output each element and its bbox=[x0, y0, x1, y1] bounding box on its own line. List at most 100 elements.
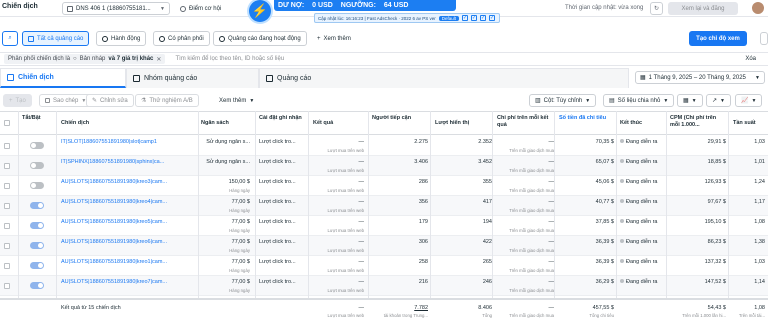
filter-actions[interactable]: Hành động bbox=[96, 31, 147, 46]
header-reach[interactable]: Người tiếp cận bbox=[372, 115, 422, 122]
search-button[interactable]: ⌕ bbox=[2, 31, 18, 46]
header-name[interactable]: Chiến dịch bbox=[61, 120, 89, 127]
campaign-name-link[interactable]: AU|SLOTS|188607551891980|kreo3|cam... bbox=[61, 179, 197, 186]
bid-value: Lượt click tro... bbox=[259, 239, 296, 245]
avatar[interactable] bbox=[751, 1, 765, 15]
row-checkbox[interactable] bbox=[4, 163, 10, 169]
header-cpm[interactable]: CPM (Chi phí trên mỗi 1.000... bbox=[670, 115, 726, 129]
refresh-button[interactable]: ↻ bbox=[650, 2, 663, 15]
create-view-button[interactable]: Tạo chỉ độ xem bbox=[689, 31, 747, 46]
tab-campaigns-label: Chiến dịch bbox=[18, 74, 54, 81]
date-range-picker[interactable]: ▦ 1 Tháng 9, 2025 – 20 Tháng 9, 2025 ▼ bbox=[635, 71, 765, 84]
checkbox-icon[interactable]: ✓ bbox=[489, 15, 496, 21]
campaign-toggle[interactable] bbox=[30, 182, 44, 189]
campaign-name-link[interactable]: IT|SLOT|188607551891980|slot|camp1 bbox=[61, 139, 197, 146]
column-divider[interactable] bbox=[56, 111, 57, 316]
row-checkbox[interactable] bbox=[4, 243, 10, 249]
breakdown-button[interactable]: ▤ Số liệu chia nhỏ ▼ bbox=[603, 94, 675, 107]
filter-active-ads[interactable]: Quảng cáo đang hoạt động bbox=[213, 31, 307, 46]
opportunity-score-button[interactable]: Điểm cơ hội bbox=[180, 2, 244, 15]
select-all-checkbox[interactable] bbox=[4, 120, 10, 126]
column-divider[interactable] bbox=[554, 111, 555, 316]
collapse-button[interactable] bbox=[760, 32, 768, 45]
header-toggle[interactable]: Tắt/Bật bbox=[22, 115, 41, 122]
column-divider[interactable] bbox=[18, 111, 19, 316]
duplicate-button[interactable]: Sao chép ▼ bbox=[39, 94, 93, 107]
checkbox-icon[interactable]: ✓ bbox=[462, 15, 469, 21]
lightning-bolt-icon[interactable]: ⚡ bbox=[249, 0, 271, 22]
reach-value: 179 bbox=[418, 219, 428, 225]
filter-has-delivery[interactable]: Có phân phối bbox=[153, 31, 210, 46]
header-results[interactable]: Kết quả bbox=[313, 120, 333, 127]
clear-filters-button[interactable]: Xóa bbox=[745, 56, 756, 62]
column-divider[interactable] bbox=[368, 111, 369, 316]
reports-button[interactable]: ▦ ▼ bbox=[677, 94, 703, 107]
row-checkbox[interactable] bbox=[4, 223, 10, 229]
filter-chip[interactable]: Phân phối chiến dịch là ○ Bản nháp và 7 … bbox=[4, 54, 166, 64]
row-checkbox[interactable] bbox=[4, 203, 10, 209]
header-budget[interactable]: Ngân sách bbox=[201, 120, 229, 127]
checkbox-icon[interactable]: ✓ bbox=[480, 15, 487, 21]
row-checkbox[interactable] bbox=[4, 283, 10, 289]
ab-test-button[interactable]: ⚗ Thử nghiệm A/B bbox=[135, 94, 199, 107]
account-selector[interactable]: DNS 406 1 (18860755181... ▼ bbox=[62, 2, 170, 15]
filter-actions-label: Hành động bbox=[111, 35, 141, 42]
tab-campaigns[interactable]: Chiến dịch bbox=[0, 68, 126, 88]
column-divider[interactable] bbox=[308, 111, 309, 316]
close-icon[interactable]: ✕ bbox=[156, 56, 161, 63]
campaign-name-link[interactable]: AU|SLOTS|188607551891980|kreo7|cam... bbox=[61, 279, 197, 286]
campaign-toggle[interactable] bbox=[30, 142, 44, 149]
column-divider[interactable] bbox=[616, 111, 617, 316]
column-divider[interactable] bbox=[430, 111, 431, 316]
campaign-toggle[interactable] bbox=[30, 262, 44, 269]
column-divider[interactable] bbox=[255, 111, 256, 316]
table-row[interactable]: IT|SPHINX|188607551891980|sphinx|ca... Sử… bbox=[0, 156, 768, 176]
review-publish-button[interactable]: Xem lại và đăng bbox=[668, 2, 738, 15]
campaign-name-link[interactable]: AU|SLOTS|188607551891980|kreo4|cam... bbox=[61, 199, 197, 206]
campaign-name-link[interactable]: AU|SLOTS|188607551891980|kreo6|cam... bbox=[61, 239, 197, 246]
column-divider[interactable] bbox=[198, 111, 199, 316]
row-checkbox[interactable] bbox=[4, 183, 10, 189]
tab-ad-sets[interactable]: Nhóm quảng cáo bbox=[126, 68, 259, 88]
row-checkbox[interactable] bbox=[4, 263, 10, 269]
campaign-toggle[interactable] bbox=[30, 162, 44, 169]
column-divider[interactable] bbox=[492, 111, 493, 316]
header-freq[interactable]: Tần suất bbox=[733, 120, 756, 127]
table-row[interactable]: AU|SLOTS|188607551891980|kreo1|cam... 77,… bbox=[0, 256, 768, 276]
header-ends[interactable]: Kết thúc bbox=[620, 120, 642, 127]
spent-value: 36,29 $ bbox=[595, 279, 614, 285]
default-profile-select[interactable]: Default bbox=[438, 15, 460, 21]
more-actions-button[interactable]: Xem thêm ▼ bbox=[214, 94, 260, 107]
table-row[interactable]: AU|SLOTS|188607551891980|kreo4|cam... 77,… bbox=[0, 196, 768, 216]
chart-button[interactable]: 📈 ▼ bbox=[735, 94, 763, 107]
table-row[interactable]: AU|SLOTS|188607551891980|kreo5|cam... 77,… bbox=[0, 216, 768, 236]
row-checkbox[interactable] bbox=[4, 143, 10, 149]
header-bid[interactable]: Cài đặt ghi nhận bbox=[259, 115, 307, 122]
campaign-toggle[interactable] bbox=[30, 242, 44, 249]
header-impressions[interactable]: Lượt hiển thị bbox=[435, 120, 469, 127]
header-cpr[interactable]: Chi phí trên mỗi kết quả bbox=[497, 115, 553, 129]
table-row[interactable]: AU|SLOTS|188607551891980|kreo6|cam... 77,… bbox=[0, 236, 768, 256]
campaign-toggle[interactable] bbox=[30, 282, 44, 289]
checkbox-icon[interactable]: ✓ bbox=[471, 15, 478, 21]
filter-search-input[interactable]: Tìm kiếm để lọc theo tên, ID hoặc số liệ… bbox=[175, 56, 284, 62]
table-row[interactable]: IT|SLOT|188607551891980|slot|camp1 Sử dụn… bbox=[0, 136, 768, 156]
columns-button[interactable]: ▥ Cột: Tùy chỉnh ▼ bbox=[529, 94, 597, 107]
column-divider[interactable] bbox=[666, 111, 667, 316]
header-spent[interactable]: Số tiền đã chi tiêu bbox=[559, 115, 613, 122]
table-row[interactable]: AU|SLOTS|188607551891980|kreo7|cam... 77,… bbox=[0, 276, 768, 296]
column-divider[interactable] bbox=[728, 111, 729, 316]
filter-all-ads[interactable]: Tất cả quảng cáo bbox=[22, 31, 90, 46]
campaign-toggle[interactable] bbox=[30, 202, 44, 209]
tab-ads[interactable]: Quảng cáo bbox=[259, 68, 629, 88]
campaign-name-link[interactable]: IT|SPHINX|188607551891980|sphinx|ca... bbox=[61, 159, 197, 166]
create-button[interactable]: + Tạo bbox=[3, 94, 32, 107]
more-filters-button[interactable]: + Xem thêm bbox=[313, 31, 355, 46]
export-button[interactable]: ↗ ▼ bbox=[706, 94, 731, 107]
edit-button[interactable]: ✎ Chỉnh sửa bbox=[86, 94, 134, 107]
search-icon: ⌕ bbox=[8, 35, 12, 41]
campaign-name-link[interactable]: AU|SLOTS|188607551891980|kreo1|cam... bbox=[61, 259, 197, 266]
campaign-toggle[interactable] bbox=[30, 222, 44, 229]
table-row[interactable]: AU|SLOTS|188607551891980|kreo3|cam... 150… bbox=[0, 176, 768, 196]
campaign-name-link[interactable]: AU|SLOTS|188607551891980|kreo5|cam... bbox=[61, 219, 197, 226]
